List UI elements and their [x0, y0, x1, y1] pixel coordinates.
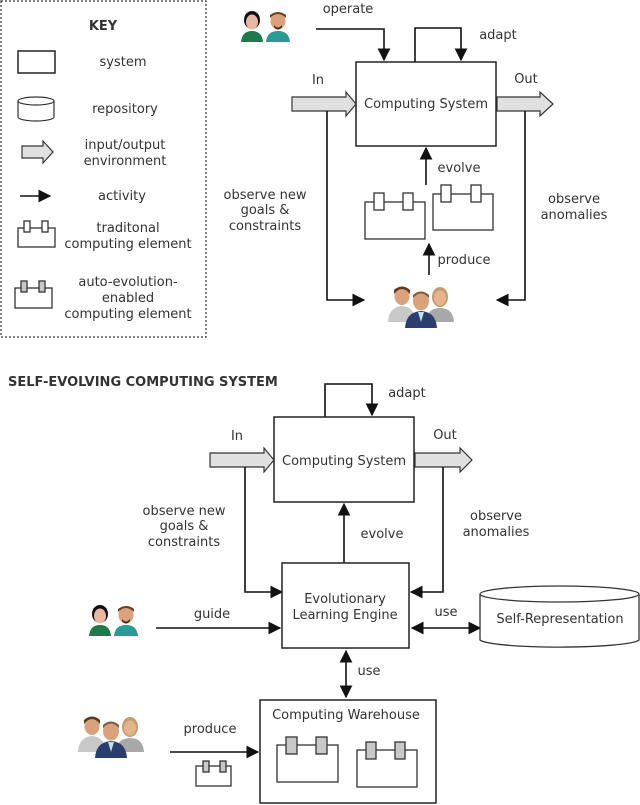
operators-icon-2 [89, 605, 138, 636]
observe-goals-label-2-2: goals & [160, 519, 209, 534]
observe-goals-label-3: constraints [229, 219, 301, 234]
key-label-system: system [100, 55, 147, 70]
system-rect-icon [17, 50, 56, 74]
traditional-element-1 [364, 192, 426, 240]
evolve-label-2: evolve [361, 527, 404, 542]
key-label-auto-1: auto-evolution- [78, 275, 178, 290]
key-label-repository: repository [92, 102, 158, 117]
produce-label: produce [438, 253, 491, 268]
key-label-io-2: environment [84, 154, 167, 169]
warehouse-label: Computing Warehouse [272, 708, 420, 723]
traditional-system-diagram: operate adapt Computing System In Out ob… [223, 2, 608, 328]
key-item-auto-evolution: auto-evolution- enabled computing elemen… [14, 275, 192, 322]
engine-label-1: Evolutionary [304, 592, 386, 607]
key-item-system: system [17, 50, 147, 74]
auto-element-produced [195, 760, 232, 787]
key-item-activity: activity [20, 189, 146, 204]
adapt-label: adapt [479, 28, 517, 43]
io-arrow-icon [21, 139, 54, 165]
engine-label-2: Learning Engine [292, 608, 397, 623]
key-label-traditional-1: traditonal [96, 221, 159, 236]
repository-cylinder-icon [17, 96, 55, 122]
observe-anomalies-label-2-1: observe [470, 509, 522, 524]
operate-label: operate [323, 2, 374, 17]
self-representation-repository: Self-Representation [479, 585, 640, 648]
self-evolving-system-diagram: SELF-EVOLVING COMPUTING SYSTEM adapt Com… [8, 375, 640, 804]
use-repository-label: use [434, 605, 457, 620]
key-item-traditional: traditonal computing element [17, 220, 192, 252]
in-label-2: In [231, 429, 243, 444]
observe-anomalies-arrow [495, 111, 526, 307]
input-arrow-2 [209, 446, 275, 474]
operators-icon [241, 11, 290, 42]
key-item-repository: repository [17, 96, 158, 122]
out-label-2: Out [433, 428, 457, 443]
observe-goals-label-2-1: observe new [142, 504, 225, 519]
traditional-element-2 [432, 184, 494, 231]
observe-anomalies-label-1: observe [548, 192, 600, 207]
observe-anomalies-arrow-2 [409, 467, 444, 599]
section-title: SELF-EVOLVING COMPUTING SYSTEM [8, 375, 278, 390]
computing-system-label: Computing System [364, 97, 488, 112]
observe-anomalies-label-2-2: anomalies [463, 525, 530, 540]
observe-goals-label-2: goals & [241, 203, 290, 218]
key-item-io: input/output environment [21, 138, 167, 169]
key-label-traditional-2: computing element [64, 237, 191, 252]
in-label: In [312, 73, 324, 88]
repository-label: Self-Representation [496, 612, 623, 627]
key-label-io-1: input/output [85, 138, 166, 153]
key-title: KEY [89, 19, 118, 34]
observe-goals-label-1: observe new [223, 188, 306, 203]
key-label-auto-2: enabled [102, 291, 154, 306]
key-panel: KEY system repository input/output envir… [0, 0, 207, 338]
use-warehouse-label: use [357, 664, 380, 679]
developers-icon-2 [78, 716, 144, 758]
evolve-label: evolve [438, 161, 481, 176]
key-label-activity: activity [98, 189, 146, 204]
operate-arrow [316, 28, 391, 62]
observe-goals-label-2-3: constraints [148, 535, 220, 550]
traditional-element-icon [17, 220, 56, 248]
key-label-auto-3: computing element [64, 307, 191, 322]
out-label: Out [514, 72, 538, 87]
observe-anomalies-label-2: anomalies [541, 208, 608, 223]
guide-label: guide [194, 607, 230, 622]
adapt-arrow-2 [324, 383, 379, 417]
adapt-label-2: adapt [388, 386, 426, 401]
diagram-canvas: KEY system repository input/output envir… [0, 0, 640, 804]
produce-label-2: produce [184, 722, 237, 737]
auto-evolution-element-icon [14, 280, 53, 309]
developers-icon [388, 286, 454, 328]
input-arrow [291, 90, 357, 118]
computing-system-label-2: Computing System [282, 454, 406, 469]
adapt-arrow [414, 27, 468, 62]
